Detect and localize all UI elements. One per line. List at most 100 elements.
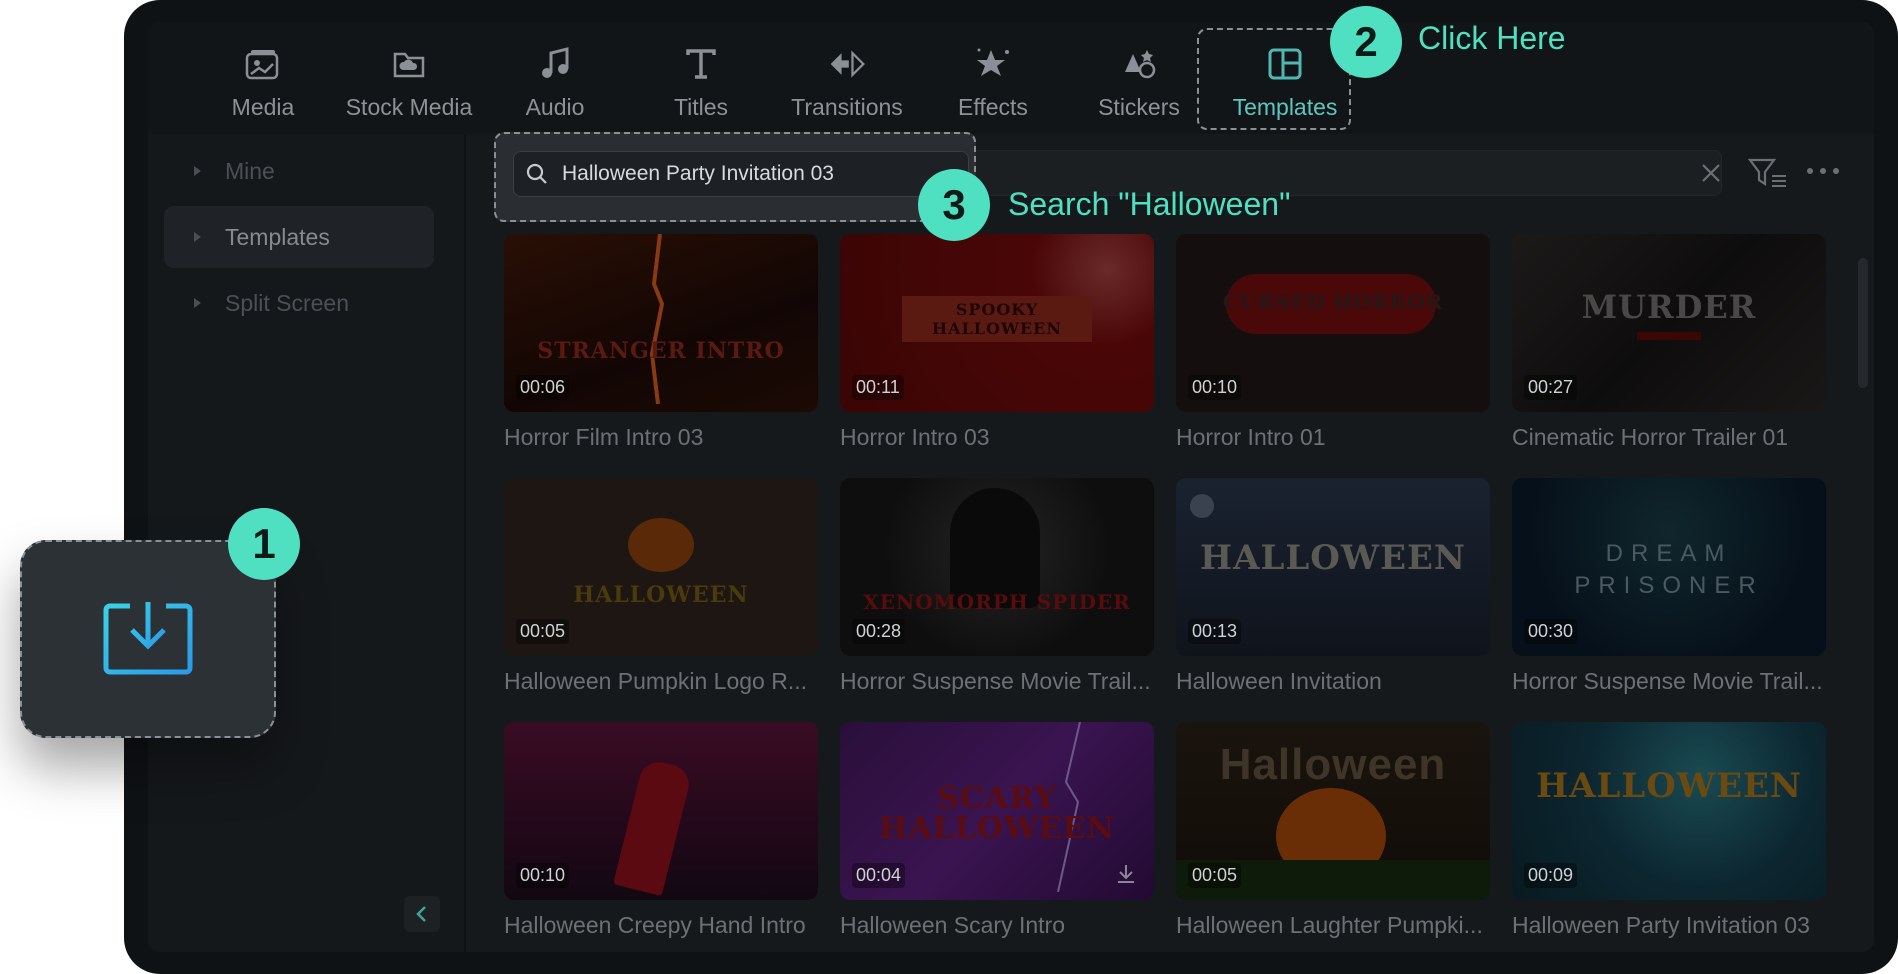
thumbnail-title: Halloween	[1219, 740, 1447, 789]
duration-badge: 00:04	[852, 863, 906, 888]
thumbnail-title: CURSED HORROR	[1222, 290, 1444, 314]
import-button[interactable]	[20, 540, 276, 738]
duration-badge: 00:10	[516, 863, 570, 888]
tab-transitions[interactable]: Transitions	[774, 22, 920, 134]
expand-arrow-icon	[194, 232, 201, 242]
sidebar-item-mine[interactable]: Mine	[164, 140, 434, 202]
more-dots-icon	[1807, 168, 1839, 174]
template-card[interactable]: 00:10 Halloween Creepy Hand Intro	[504, 722, 818, 939]
search-input[interactable]: Halloween Party Invitation 03	[513, 151, 969, 197]
template-thumbnail: MURDER 00:27	[1512, 234, 1826, 412]
duration-badge: 00:05	[516, 619, 570, 644]
thumbnail-title: STRANGER INTRO	[537, 338, 785, 364]
search-value: Halloween Party Invitation 03	[562, 162, 834, 185]
template-name: Halloween Party Invitation 03	[1512, 912, 1810, 938]
tab-effects[interactable]: Effects	[920, 22, 1066, 134]
tab-stickers[interactable]: Stickers	[1066, 22, 1212, 134]
duration-badge: 00:09	[1524, 863, 1578, 888]
filter-icon	[1747, 158, 1786, 187]
template-card[interactable]: Halloween 00:05 Halloween Laughter Pumpk…	[1176, 722, 1490, 939]
tab-label: Transitions	[791, 94, 903, 120]
top-toolbar: Media Stock Media Audio Titles Transitio…	[148, 22, 1874, 134]
step-1-badge: 1	[228, 508, 300, 580]
search-icon	[526, 163, 547, 184]
more-options-button[interactable]	[1806, 162, 1840, 180]
tab-stock-media[interactable]: Stock Media	[336, 22, 482, 134]
duration-badge: 00:13	[1188, 619, 1242, 644]
thumbnail-title: DREAM PRISONER	[1574, 540, 1764, 599]
step-3-label: Search "Halloween"	[1008, 186, 1291, 222]
template-thumbnail: STRANGER INTRO 00:06	[504, 234, 818, 412]
duration-badge: 00:27	[1524, 375, 1578, 400]
template-thumbnail: HALLOWEEN 00:13	[1176, 478, 1490, 656]
sidebar-item-split-screen[interactable]: Split Screen	[164, 272, 434, 334]
step-2-label: Click Here	[1418, 20, 1566, 56]
duration-badge: 00:10	[1188, 375, 1242, 400]
tab-label: Effects	[958, 94, 1028, 120]
stock-media-icon	[389, 44, 429, 84]
template-card[interactable]: STRANGER INTRO 00:06 Horror Film Intro 0…	[504, 234, 818, 451]
template-card[interactable]: CURSED HORROR 00:10 Horror Intro 01	[1176, 234, 1490, 451]
template-thumbnail: CURSED HORROR 00:10	[1176, 234, 1490, 412]
template-name: Horror Film Intro 03	[504, 424, 704, 450]
template-thumbnail: SCARY HALLOWEEN 00:04	[840, 722, 1154, 900]
text-t-icon	[681, 44, 721, 84]
duration-badge: 00:28	[852, 619, 906, 644]
duration-badge: 00:11	[852, 375, 904, 400]
sidebar-item-label: Split Screen	[225, 289, 350, 316]
download-icon[interactable]	[1114, 862, 1138, 886]
duration-badge: 00:06	[516, 375, 570, 400]
template-thumbnail: SPOOKY HALLOWEEN 00:11	[840, 234, 1154, 412]
template-name: Halloween Pumpkin Logo R...	[504, 668, 807, 694]
clear-search-button[interactable]	[1698, 160, 1724, 186]
lightning-graphic	[649, 234, 665, 404]
template-card[interactable]: MURDER 00:27 Cinematic Horror Trailer 01	[1512, 234, 1826, 451]
template-card[interactable]: SPOOKY HALLOWEEN 00:11 Horror Intro 03	[840, 234, 1154, 451]
template-thumbnail: XENOMORPH SPIDER 00:28	[840, 478, 1154, 656]
duration-badge: 00:05	[1188, 863, 1242, 888]
templates-tab-highlight	[1197, 28, 1351, 130]
editor-window: Media Stock Media Audio Titles Transitio…	[124, 0, 1898, 974]
media-icon	[243, 44, 283, 84]
template-name: Horror Suspense Movie Trail...	[1512, 668, 1823, 694]
template-card[interactable]: SCARY HALLOWEEN 00:04 Halloween Scary In…	[840, 722, 1154, 939]
template-name: Horror Intro 03	[840, 424, 990, 450]
template-name: Halloween Laughter Pumpki...	[1176, 912, 1483, 938]
template-name: Horror Suspense Movie Trail...	[840, 668, 1151, 694]
collapse-sidebar-button[interactable]	[404, 896, 440, 932]
thumbnail-title: HALLOWEEN	[573, 582, 749, 608]
filter-button[interactable]	[1747, 156, 1788, 195]
thumbnail-title: SPOOKY HALLOWEEN	[902, 296, 1092, 342]
tab-label: Titles	[673, 94, 729, 120]
tab-titles[interactable]: Titles	[628, 22, 774, 134]
tab-audio[interactable]: Audio	[482, 22, 628, 134]
thumbnail-title: HALLOWEEN	[1199, 538, 1467, 578]
stickers-icon	[1119, 44, 1159, 84]
thumbnail-title: HALLOWEEN	[1535, 766, 1803, 806]
sidebar-item-label: Templates	[225, 223, 330, 250]
template-card[interactable]: DREAM PRISONER 00:30 Horror Suspense Mov…	[1512, 478, 1826, 695]
template-thumbnail: 00:10	[504, 722, 818, 900]
template-card[interactable]: HALLOWEEN 00:13 Halloween Invitation	[1176, 478, 1490, 695]
template-name: Cinematic Horror Trailer 01	[1512, 424, 1789, 450]
template-card[interactable]: HALLOWEEN 00:09 Halloween Party Invitati…	[1512, 722, 1826, 939]
tab-media[interactable]: Media	[190, 22, 336, 134]
scrollbar[interactable]	[1858, 258, 1868, 388]
step-2-badge: 2	[1330, 6, 1402, 78]
tab-label: Audio	[525, 94, 585, 120]
duration-badge: 00:30	[1524, 619, 1578, 644]
template-name: Halloween Invitation	[1176, 668, 1382, 694]
sidebar-item-label: Mine	[225, 157, 275, 184]
effects-star-icon	[973, 44, 1013, 84]
music-note-icon	[535, 44, 575, 84]
template-name: Halloween Creepy Hand Intro	[504, 912, 806, 938]
template-card[interactable]: XENOMORPH SPIDER 00:28 Horror Suspense M…	[840, 478, 1154, 695]
template-card[interactable]: HALLOWEEN 00:05 Halloween Pumpkin Logo R…	[504, 478, 818, 695]
template-name: Halloween Scary Intro	[840, 912, 1065, 938]
sidebar-item-templates[interactable]: Templates	[164, 206, 434, 268]
thumbnail-title: MURDER	[1581, 288, 1757, 326]
tab-label: Stock Media	[345, 94, 473, 120]
step-3-badge: 3	[918, 169, 990, 241]
expand-arrow-icon	[194, 166, 201, 176]
thumbnail-title: XENOMORPH SPIDER	[863, 590, 1131, 614]
